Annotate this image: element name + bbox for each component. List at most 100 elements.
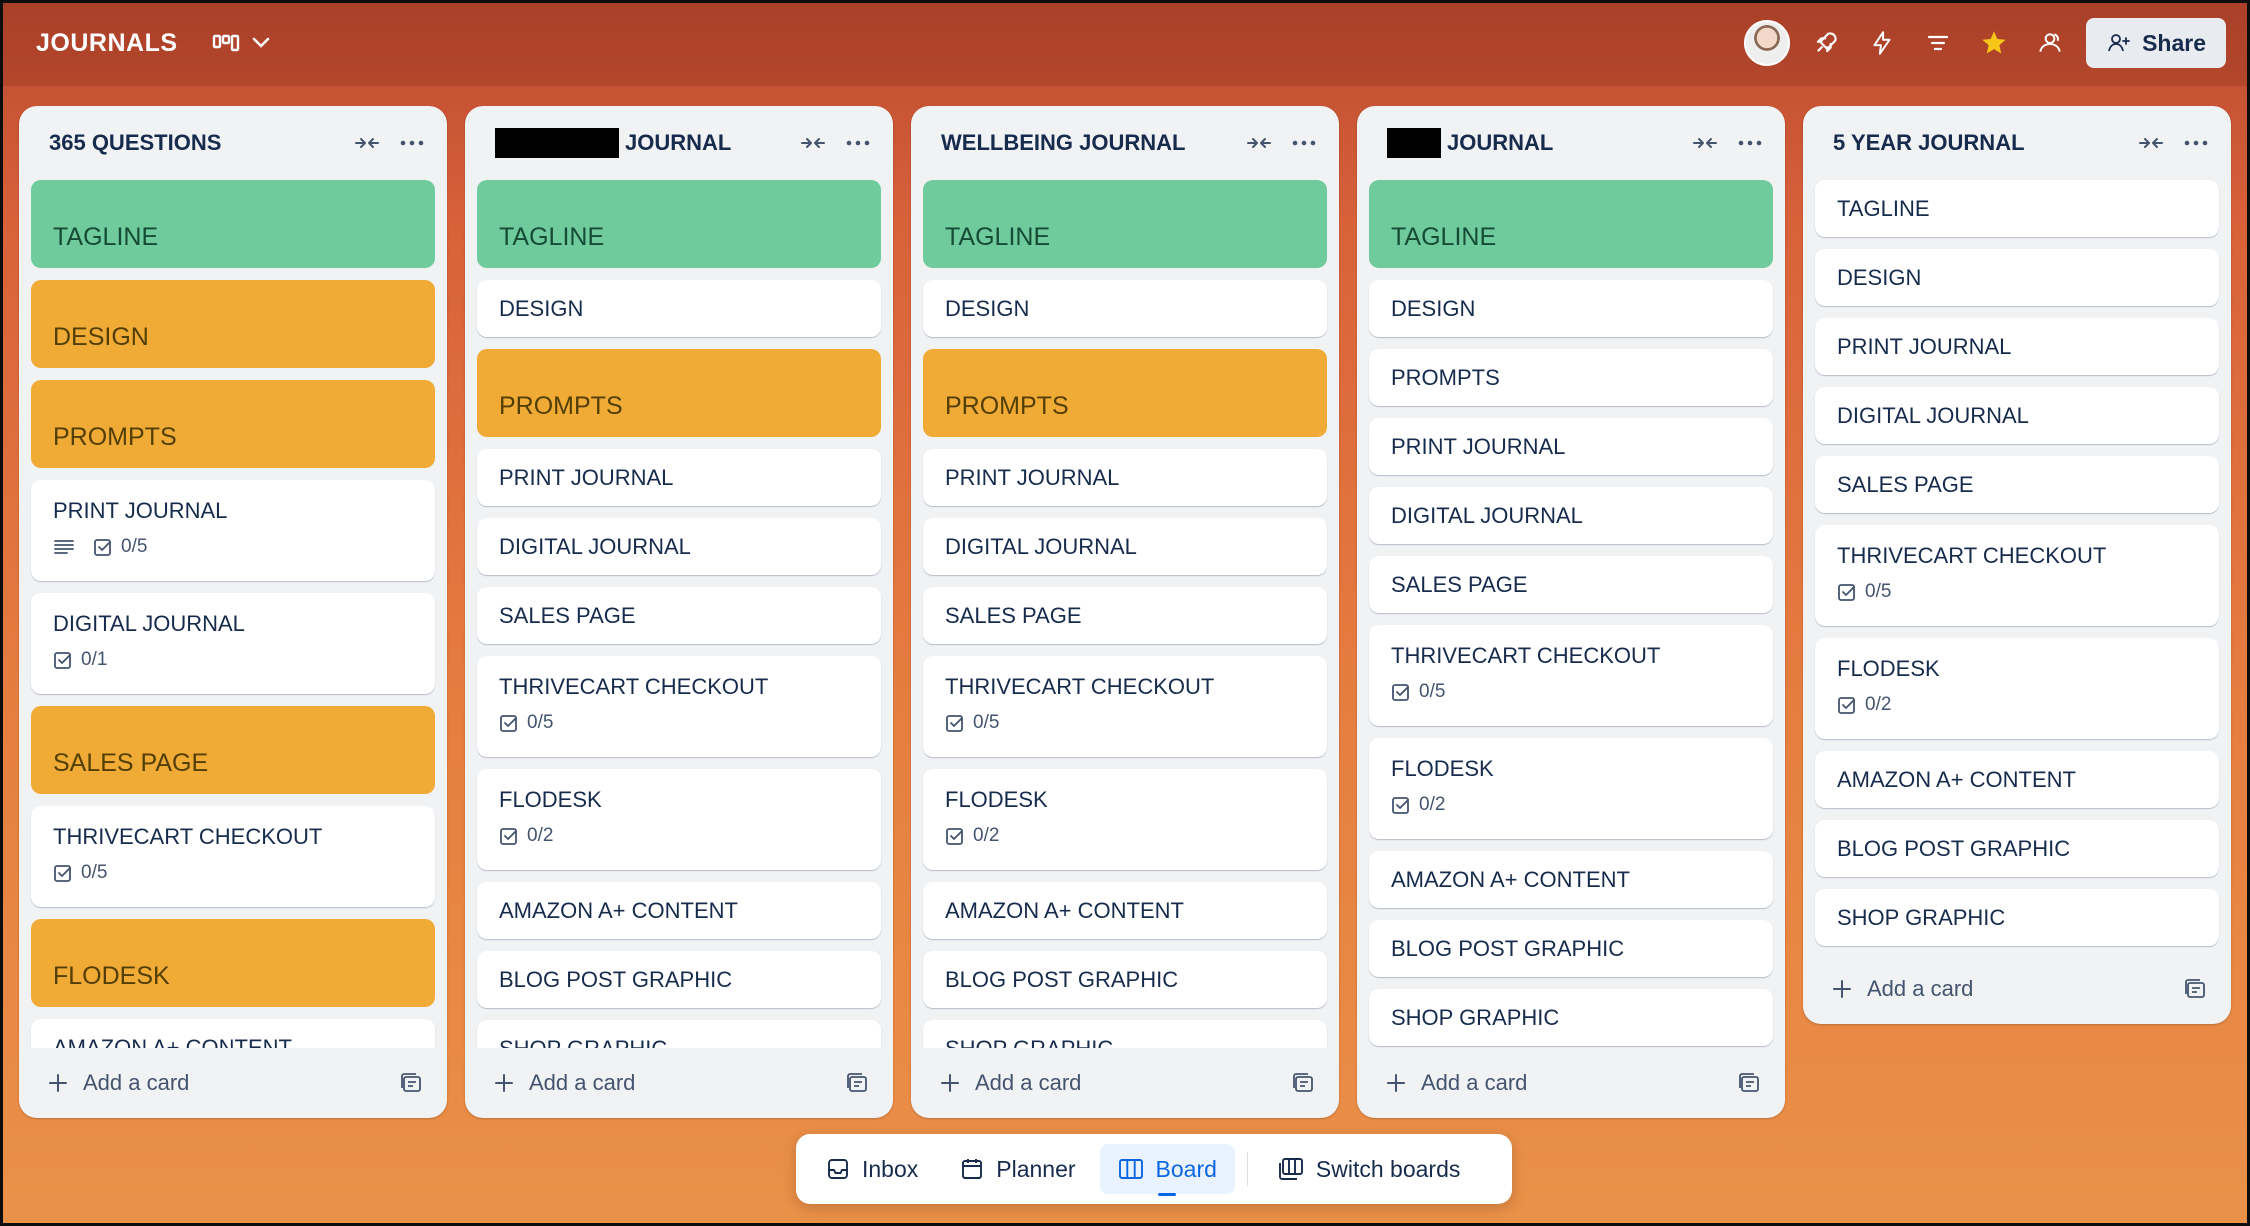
card[interactable]: BLOG POST GRAPHIC bbox=[923, 951, 1327, 1008]
add-card-button[interactable]: Add a card bbox=[1385, 1070, 1737, 1096]
list-title[interactable]: JOURNAL bbox=[495, 128, 799, 158]
board-title[interactable]: JOURNALS bbox=[36, 29, 178, 58]
card[interactable]: DIGITAL JOURNAL 0/1 bbox=[31, 593, 435, 694]
avatar[interactable] bbox=[1744, 20, 1791, 66]
power-ups-icon[interactable] bbox=[1806, 23, 1846, 63]
card[interactable]: TAGLINE bbox=[923, 180, 1327, 268]
card-template-icon[interactable] bbox=[1737, 1072, 1761, 1094]
card[interactable]: SALES PAGE bbox=[1369, 556, 1773, 613]
list-title[interactable]: JOURNAL bbox=[1387, 128, 1691, 158]
card-template-icon[interactable] bbox=[845, 1072, 869, 1094]
card[interactable]: SHOP GRAPHIC bbox=[1369, 989, 1773, 1046]
list[interactable]: JOURNAL TAGLINE DESIGN PROMPTS PRINT JOU… bbox=[465, 106, 893, 1118]
list-title[interactable]: 5 YEAR JOURNAL bbox=[1833, 130, 2137, 156]
card[interactable]: PROMPTS bbox=[31, 380, 435, 468]
card[interactable]: THRIVECART CHECKOUT 0/5 bbox=[1815, 525, 2219, 626]
add-card-button[interactable]: Add a card bbox=[493, 1070, 845, 1096]
card[interactable]: AMAZON A+ CONTENT bbox=[1815, 751, 2219, 808]
card[interactable]: DESIGN bbox=[1815, 249, 2219, 306]
card[interactable]: PROMPTS bbox=[923, 349, 1327, 437]
more-icon[interactable] bbox=[399, 139, 425, 147]
card[interactable]: TAGLINE bbox=[1369, 180, 1773, 268]
card[interactable]: PRINT JOURNAL bbox=[1369, 418, 1773, 475]
collapse-icon[interactable] bbox=[353, 133, 381, 153]
card[interactable]: SHOP GRAPHIC bbox=[923, 1020, 1327, 1048]
card[interactable]: THRIVECART CHECKOUT 0/5 bbox=[31, 806, 435, 907]
card[interactable]: DESIGN bbox=[31, 280, 435, 368]
card[interactable]: DESIGN bbox=[1369, 280, 1773, 337]
card[interactable]: PRINT JOURNAL 0/5 bbox=[31, 480, 435, 581]
list[interactable]: 365 QUESTIONS TAGLINE DESIGN PROMPTS PRI… bbox=[19, 106, 447, 1118]
card[interactable]: AMAZON A+ CONTENT bbox=[923, 882, 1327, 939]
card[interactable]: SALES PAGE bbox=[477, 587, 881, 644]
automation-icon[interactable] bbox=[1862, 23, 1902, 63]
nav-switch-boards[interactable]: Switch boards bbox=[1260, 1144, 1478, 1194]
card[interactable]: DESIGN bbox=[923, 280, 1327, 337]
card[interactable]: THRIVECART CHECKOUT 0/5 bbox=[1369, 625, 1773, 726]
share-button[interactable]: Share bbox=[2086, 18, 2226, 68]
filter-icon[interactable] bbox=[1918, 23, 1958, 63]
card[interactable]: PROMPTS bbox=[1369, 349, 1773, 406]
card[interactable]: TAGLINE bbox=[1815, 180, 2219, 237]
add-card-button[interactable]: Add a card bbox=[1831, 976, 2183, 1002]
add-card-button[interactable]: Add a card bbox=[939, 1070, 1291, 1096]
list[interactable]: JOURNAL TAGLINE DESIGN PROMPTS PRINT JOU… bbox=[1357, 106, 1785, 1118]
nav-inbox-label: Inbox bbox=[862, 1155, 919, 1182]
nav-board[interactable]: Board bbox=[1099, 1144, 1235, 1196]
card[interactable]: FLODESK 0/2 bbox=[1369, 738, 1773, 839]
board-view-switcher[interactable] bbox=[212, 33, 270, 53]
card[interactable]: AMAZON A+ CONTENT bbox=[477, 882, 881, 939]
list-title[interactable]: 365 QUESTIONS bbox=[49, 130, 353, 156]
card[interactable]: PRINT JOURNAL bbox=[923, 449, 1327, 506]
card[interactable]: DESIGN bbox=[477, 280, 881, 337]
card[interactable]: SHOP GRAPHIC bbox=[1815, 889, 2219, 946]
checklist-count: 0/1 bbox=[81, 649, 108, 670]
card[interactable]: PROMPTS bbox=[477, 349, 881, 437]
collapse-icon[interactable] bbox=[799, 133, 827, 153]
card-template-icon[interactable] bbox=[1291, 1072, 1315, 1094]
card[interactable]: FLODESK 0/2 bbox=[1815, 638, 2219, 739]
list[interactable]: WELLBEING JOURNAL TAGLINE DESIGN PROMPTS… bbox=[911, 106, 1339, 1118]
card[interactable]: BLOG POST GRAPHIC bbox=[477, 951, 881, 1008]
more-icon[interactable] bbox=[1737, 139, 1763, 147]
card[interactable]: DIGITAL JOURNAL bbox=[1369, 487, 1773, 544]
card[interactable]: AMAZON A+ CONTENT bbox=[31, 1019, 435, 1048]
visibility-icon[interactable] bbox=[2030, 23, 2070, 63]
card[interactable]: SALES PAGE bbox=[923, 587, 1327, 644]
card[interactable]: BLOG POST GRAPHIC bbox=[1815, 820, 2219, 877]
card[interactable]: DIGITAL JOURNAL bbox=[1815, 387, 2219, 444]
card[interactable]: BLOG POST GRAPHIC bbox=[1369, 920, 1773, 977]
card[interactable]: FLODESK 0/2 bbox=[477, 769, 881, 870]
card-title: DESIGN bbox=[1391, 295, 1476, 321]
collapse-icon[interactable] bbox=[1691, 133, 1719, 153]
star-icon[interactable] bbox=[1974, 23, 2014, 63]
more-icon[interactable] bbox=[845, 139, 871, 147]
card[interactable]: SHOP GRAPHIC bbox=[477, 1020, 881, 1048]
more-icon[interactable] bbox=[1291, 139, 1317, 147]
nav-planner[interactable]: Planner bbox=[942, 1144, 1093, 1194]
more-icon[interactable] bbox=[2183, 139, 2209, 147]
card[interactable]: DIGITAL JOURNAL bbox=[923, 518, 1327, 575]
card[interactable]: AMAZON A+ CONTENT bbox=[1369, 851, 1773, 908]
card[interactable]: SALES PAGE bbox=[1815, 456, 2219, 513]
card[interactable]: DIGITAL JOURNAL bbox=[477, 518, 881, 575]
card[interactable]: TAGLINE bbox=[31, 180, 435, 268]
card[interactable]: THRIVECART CHECKOUT 0/5 bbox=[923, 656, 1327, 757]
card[interactable]: THRIVECART CHECKOUT 0/5 bbox=[477, 656, 881, 757]
card[interactable]: FLODESK 0/2 bbox=[923, 769, 1327, 870]
card-template-icon[interactable] bbox=[2183, 978, 2207, 1000]
card[interactable]: PRINT JOURNAL bbox=[477, 449, 881, 506]
card[interactable]: PRINT JOURNAL bbox=[1815, 318, 2219, 375]
card[interactable]: SALES PAGE bbox=[31, 706, 435, 794]
card-template-icon[interactable] bbox=[399, 1072, 423, 1094]
add-card-button[interactable]: Add a card bbox=[47, 1070, 399, 1096]
card[interactable]: TAGLINE bbox=[477, 180, 881, 268]
list-footer: Add a card bbox=[465, 1048, 893, 1118]
collapse-icon[interactable] bbox=[1245, 133, 1273, 153]
list-title[interactable]: WELLBEING JOURNAL bbox=[941, 130, 1245, 156]
collapse-icon[interactable] bbox=[2137, 133, 2165, 153]
list[interactable]: 5 YEAR JOURNAL TAGLINE DESIGN PRINT JOUR… bbox=[1803, 106, 2231, 1024]
card[interactable]: FLODESK bbox=[31, 919, 435, 1007]
nav-inbox[interactable]: Inbox bbox=[808, 1144, 936, 1194]
checklist-count: 0/2 bbox=[1865, 694, 1892, 715]
